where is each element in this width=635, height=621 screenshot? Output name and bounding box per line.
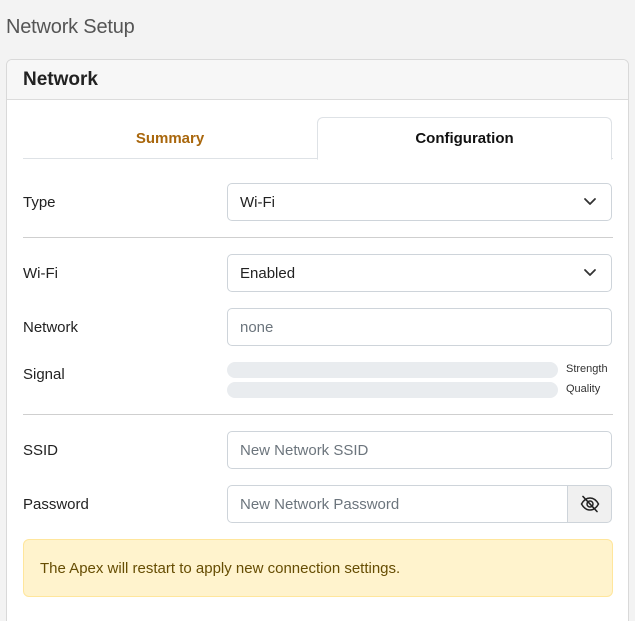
wifi-select-value: Enabled — [240, 264, 296, 282]
password-visibility-toggle[interactable] — [567, 485, 612, 523]
tab-summary[interactable]: Summary — [23, 117, 317, 159]
signal-label: Signal — [23, 366, 65, 383]
password-group: New Network Password — [227, 485, 612, 523]
network-label: Network — [23, 319, 79, 336]
network-card: Network Summary Configuration Type Wi-Fi… — [6, 59, 629, 621]
password-label: Password — [23, 496, 89, 513]
chevron-down-icon — [584, 198, 596, 205]
tab-bar: Summary Configuration — [23, 117, 613, 160]
network-value: none — [240, 318, 274, 336]
signal-strength-bar — [227, 362, 558, 378]
strength-label: Strength — [566, 363, 608, 375]
signal-quality-bar — [227, 382, 558, 398]
alert-text: The Apex will restart to apply new conne… — [40, 559, 401, 577]
ssid-input[interactable]: New Network SSID — [227, 431, 612, 469]
tab-configuration[interactable]: Configuration — [317, 117, 612, 160]
card-title: Network — [7, 60, 628, 100]
network-value-field: none — [227, 308, 612, 346]
chevron-down-icon — [584, 269, 596, 276]
wifi-label: Wi-Fi — [23, 265, 58, 282]
ssid-label: SSID — [23, 442, 59, 459]
page-title: Network Setup — [6, 16, 135, 38]
eye-slash-icon — [580, 495, 599, 513]
type-label: Type — [23, 194, 56, 211]
restart-warning-alert: The Apex will restart to apply new conne… — [23, 539, 613, 597]
wifi-select[interactable]: Enabled — [227, 254, 612, 292]
password-placeholder: New Network Password — [240, 495, 400, 513]
password-input[interactable]: New Network Password — [227, 485, 568, 523]
quality-label: Quality — [566, 383, 601, 395]
divider — [23, 414, 613, 415]
type-select-value: Wi-Fi — [240, 193, 275, 211]
type-select[interactable]: Wi-Fi — [227, 183, 612, 221]
divider — [23, 237, 613, 238]
ssid-placeholder: New Network SSID — [240, 441, 369, 459]
